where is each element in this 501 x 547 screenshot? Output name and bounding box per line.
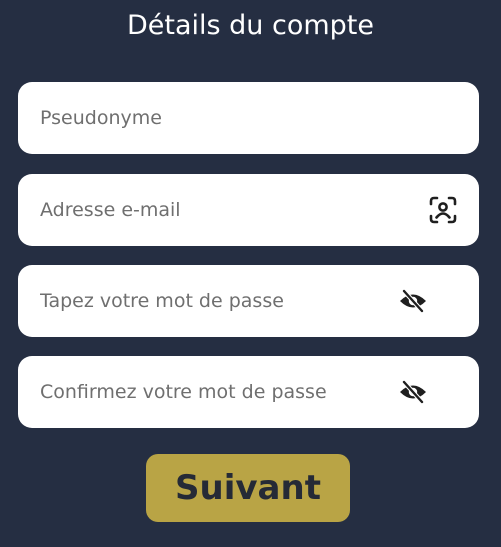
username-field [18, 82, 479, 154]
next-button[interactable]: Suivant [146, 454, 350, 522]
email-field [18, 174, 479, 246]
account-details-form: Détails du compte Pseudonyme Adresse e-m… [0, 0, 501, 547]
eye-slash-icon[interactable] [397, 285, 429, 317]
confirm-password-field [18, 356, 479, 428]
email-input[interactable] [18, 174, 479, 246]
eye-slash-icon[interactable] [397, 376, 429, 408]
username-input[interactable] [18, 82, 479, 154]
contact-scan-icon[interactable] [427, 194, 459, 226]
password-field [18, 265, 479, 337]
page-title: Détails du compte [126, 10, 375, 41]
